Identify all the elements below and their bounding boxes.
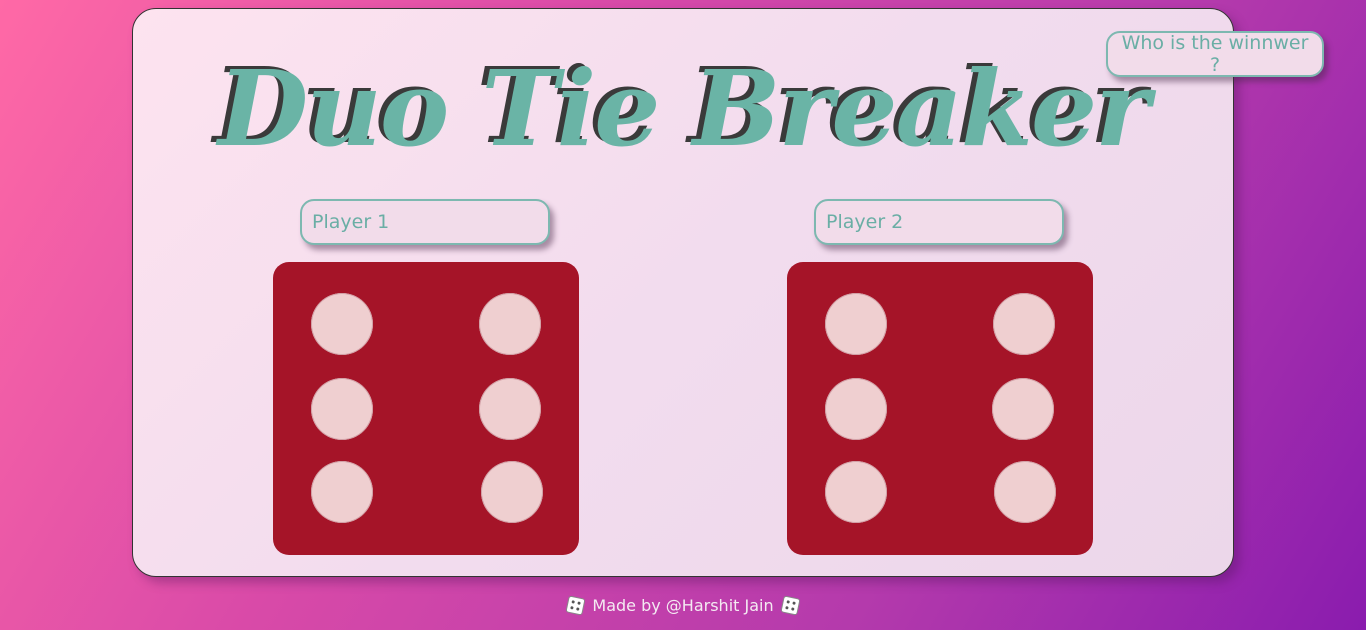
who-is-winner-button[interactable]: Who is the winnwer ? — [1106, 31, 1324, 77]
die-pip — [311, 293, 373, 355]
die-pip — [481, 461, 543, 523]
player-2-name-input[interactable] — [814, 199, 1064, 245]
page-title: Duo Tie Breaker — [218, 47, 1150, 170]
die-pip — [825, 293, 887, 355]
player-1-die — [273, 262, 579, 555]
die-pip — [311, 378, 373, 440]
die-pip — [994, 461, 1056, 523]
die-pip — [825, 378, 887, 440]
die-pip — [993, 293, 1055, 355]
dice-icon — [780, 595, 801, 616]
footer-credit: Made by @Harshit Jain — [592, 596, 774, 615]
die-pip — [825, 461, 887, 523]
die-pip — [311, 461, 373, 523]
player-1-name-input[interactable] — [300, 199, 550, 245]
player-2-die — [787, 262, 1093, 555]
die-pip — [479, 293, 541, 355]
die-pip — [992, 378, 1054, 440]
dice-icon — [565, 595, 586, 616]
die-pip — [479, 378, 541, 440]
footer: Made by @Harshit Jain — [0, 595, 1366, 616]
